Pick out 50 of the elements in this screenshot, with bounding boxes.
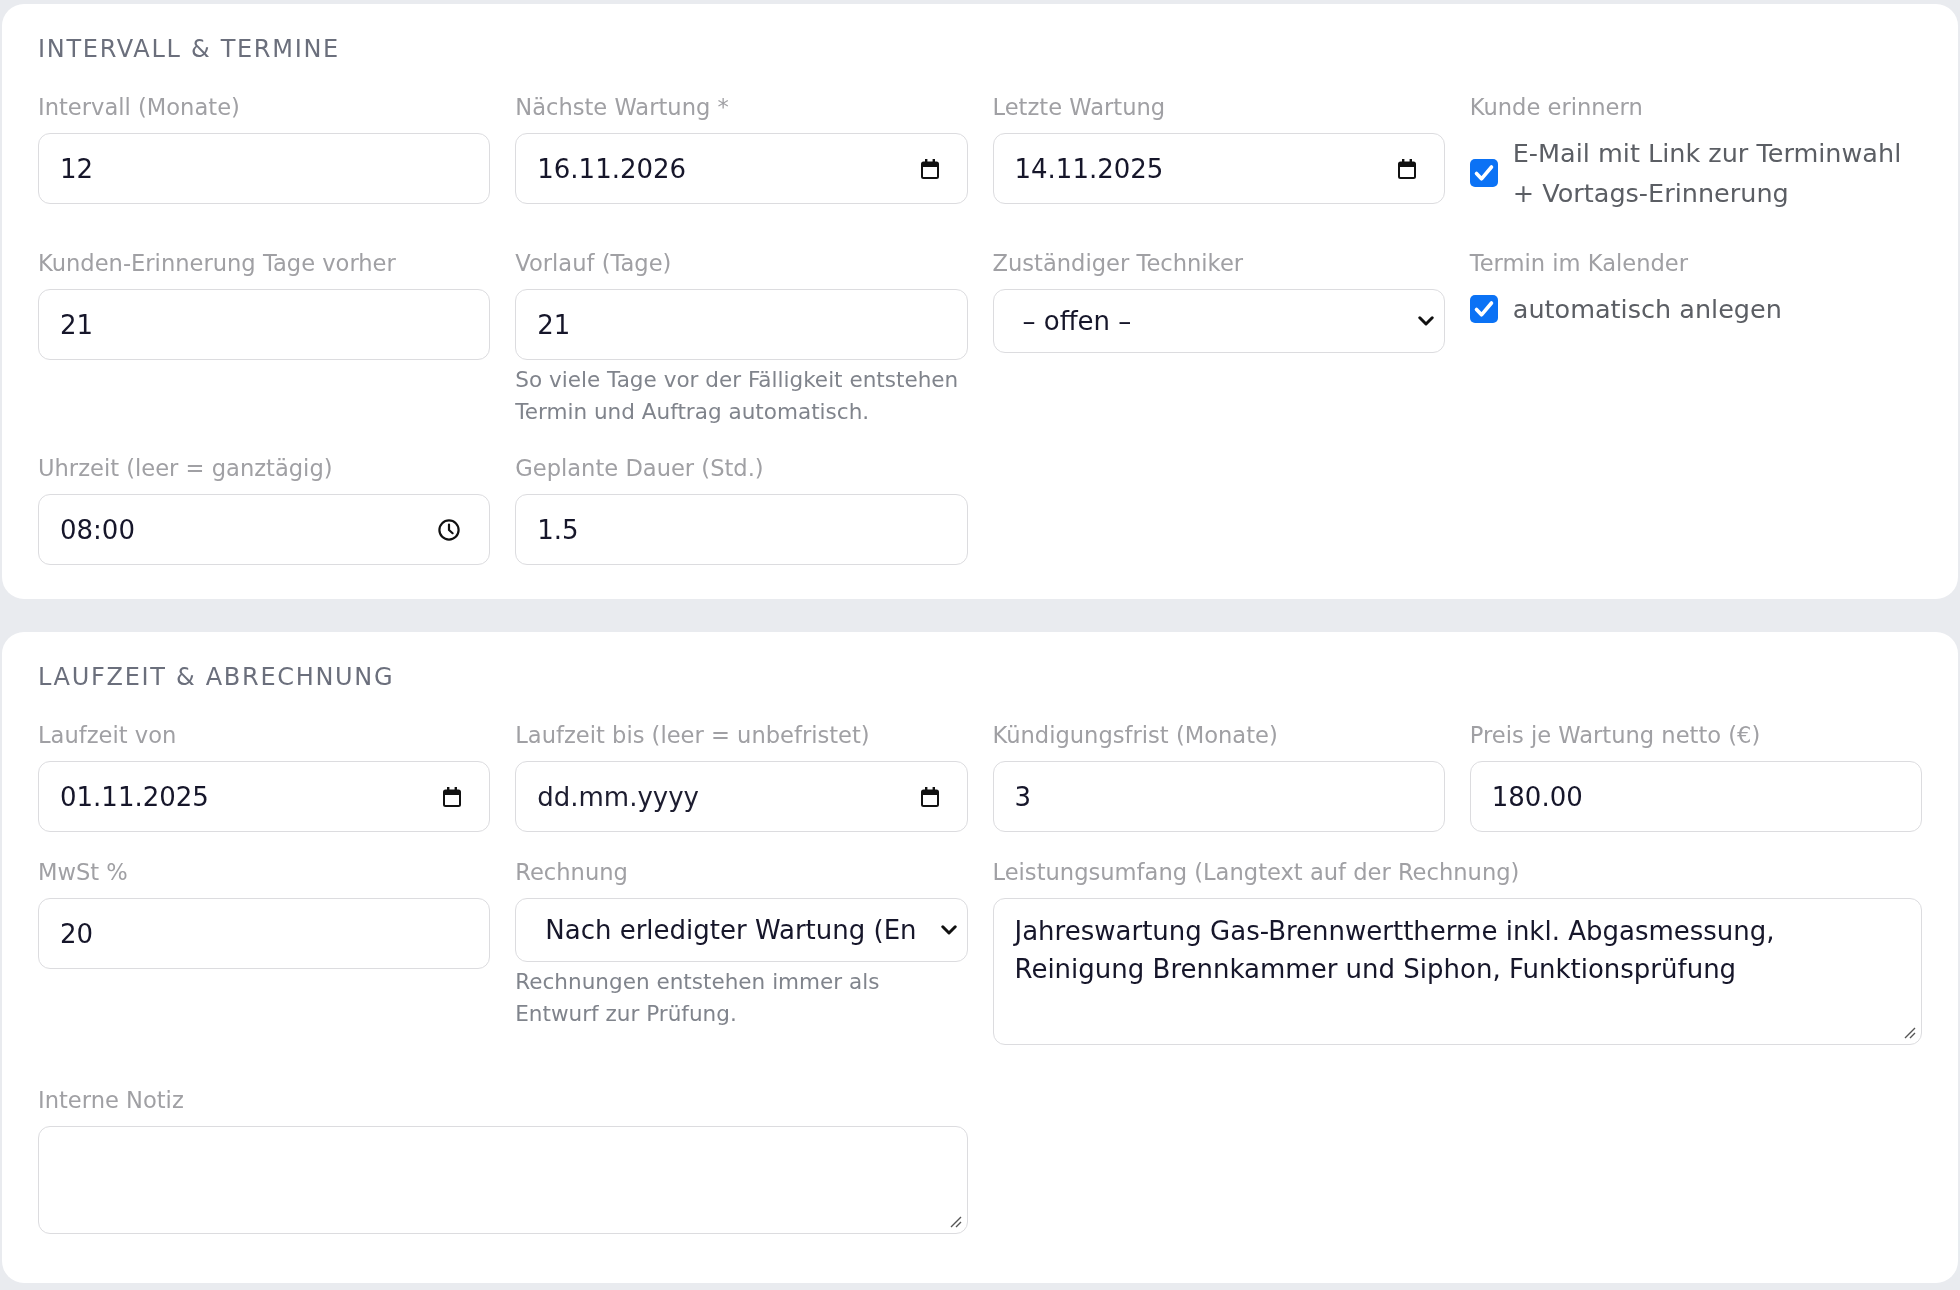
field-label: Nächste Wartung * <box>515 93 729 121</box>
help-text: Rechnungen entstehen immer als Entwurf zur Prüfung. <box>515 968 881 1028</box>
input-field[interactable]: 21 <box>515 289 968 360</box>
time-field[interactable]: 08:00 <box>38 494 491 565</box>
checkbox[interactable] <box>1469 159 1498 187</box>
field-label: Geplante Dauer (Std.) <box>515 454 764 482</box>
date-field[interactable]: 01.11.2025 <box>38 761 491 832</box>
field-label: Vorlauf (Tage) <box>515 249 672 277</box>
input-field[interactable]: 21 <box>38 289 491 360</box>
select-dropdown[interactable]: Nach erledigter Wartung (En <box>515 898 968 962</box>
input-field[interactable]: 180.00 <box>1469 761 1922 832</box>
date-field[interactable]: 14.11.2025 <box>992 133 1445 204</box>
calendar-icon[interactable] <box>443 786 462 807</box>
resize-handle-icon[interactable] <box>1904 1027 1916 1039</box>
date-field[interactable]: 16.11.2026 <box>515 133 968 204</box>
field-label: Leistungsumfang (Langtext auf der Rechnung) <box>992 858 1520 886</box>
calendar-icon[interactable] <box>920 158 939 179</box>
field-label: Interne Notiz <box>38 1086 184 1114</box>
field-label: Letzte Wartung <box>992 93 1166 121</box>
field-label: MwSt % <box>38 858 128 886</box>
field-label: Uhrzeit (leer = ganztägig) <box>38 454 333 482</box>
checkbox-label: E-Mail mit Link zur Terminwahl + Vortags-Erinnerung <box>1512 137 1903 210</box>
resize-handle-icon[interactable] <box>949 1216 962 1228</box>
field-label: Laufzeit bis (leer = unbefristet) <box>515 721 870 749</box>
field-label: Kündigungsfrist (Monate) <box>992 721 1278 749</box>
help-text: So viele Tage vor der Fälligkeit entstehen Termin und Auftrag automatisch. <box>515 366 960 426</box>
checkbox[interactable] <box>1469 295 1498 323</box>
field-label: Kunde erinnern <box>1469 93 1643 121</box>
calendar-icon[interactable] <box>1397 158 1416 179</box>
input-field[interactable]: 12 <box>38 133 491 204</box>
clock-icon[interactable] <box>438 518 461 541</box>
field-label: Kunden-Erinnerung Tage vorher <box>38 249 396 277</box>
date-field[interactable]: dd.mm.yyyy <box>515 761 968 832</box>
field-label: Termin im Kalender <box>1469 249 1689 277</box>
section-title: INTERVALL & TERMINE <box>38 35 341 64</box>
input-field[interactable]: 1.5 <box>515 494 968 565</box>
chevron-down-icon[interactable] <box>940 925 957 935</box>
field-label: Preis je Wartung netto (€) <box>1469 721 1761 749</box>
input-field[interactable]: 3 <box>992 761 1445 832</box>
calendar-icon[interactable] <box>920 786 939 807</box>
field-label: Intervall (Monate) <box>38 93 240 121</box>
section-title: LAUFZEIT & ABRECHNUNG <box>38 663 396 692</box>
select-dropdown[interactable]: – offen – <box>992 289 1445 353</box>
checkbox-label: automatisch anlegen <box>1512 293 1782 326</box>
input-field[interactable]: 20 <box>38 898 491 969</box>
field-label: Rechnung <box>515 858 628 886</box>
text-area[interactable]: Jahreswartung Gas-Brennwerttherme inkl. Abgasmessung, Reinigung Brennkammer und Siphon, Funktionsprüfung <box>992 898 1922 1045</box>
chevron-down-icon[interactable] <box>1417 316 1434 326</box>
field-label: Laufzeit von <box>38 721 177 749</box>
field-label: Zuständiger Techniker <box>992 249 1244 277</box>
